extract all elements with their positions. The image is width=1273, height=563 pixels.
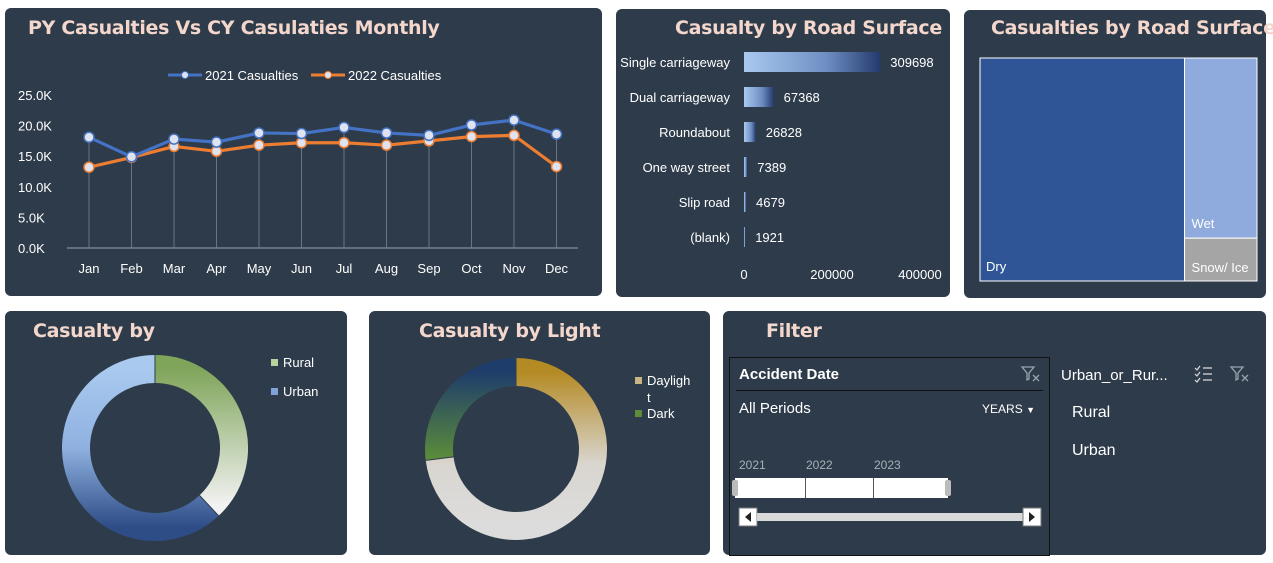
legend-label: Dayligh t (647, 373, 690, 405)
legend-swatch (635, 410, 642, 417)
clear-filter-icon[interactable] (1020, 364, 1042, 384)
timeline-left-handle[interactable] (732, 480, 738, 496)
timeline-year-separator (873, 478, 874, 498)
timeline-divider (736, 390, 1043, 391)
multi-select-icon[interactable] (1193, 364, 1215, 384)
filter-title: Filter (766, 320, 822, 342)
timeline-header: Accident Date (739, 366, 840, 383)
timeline-year-separator (805, 478, 806, 498)
slicer-header: Urban_or_Rur... (1061, 367, 1168, 384)
timeline-level-dropdown[interactable]: YEARS ▼ (982, 402, 1035, 416)
timeline-scrollbar[interactable] (738, 507, 1042, 528)
slicer-item-urban[interactable]: Urban (1072, 442, 1116, 460)
urban-rural-slicer[interactable]: Urban_or_Rur... Rural Urban (1052, 357, 1258, 467)
legend-label: Dark (647, 406, 675, 421)
donut-slice-dark (425, 358, 517, 461)
legend-swatch (635, 377, 642, 384)
timeline-year-2021[interactable]: 2021 (739, 458, 766, 472)
timeline-year-2022[interactable]: 2022 (806, 458, 833, 472)
timeline-year-2023[interactable]: 2023 (874, 458, 901, 472)
chevron-down-icon: ▼ (1026, 405, 1035, 415)
timeline-right-handle[interactable] (945, 480, 951, 496)
timeline-level-label: YEARS (982, 402, 1023, 416)
accident-date-timeline[interactable]: Accident Date All Periods YEARS ▼ 2021 2… (729, 357, 1050, 556)
clear-filter-icon[interactable] (1229, 364, 1251, 384)
slicer-item-rural[interactable]: Rural (1072, 404, 1110, 422)
timeline-period-label: All Periods (739, 400, 811, 417)
timeline-selection-bar[interactable] (732, 478, 951, 498)
